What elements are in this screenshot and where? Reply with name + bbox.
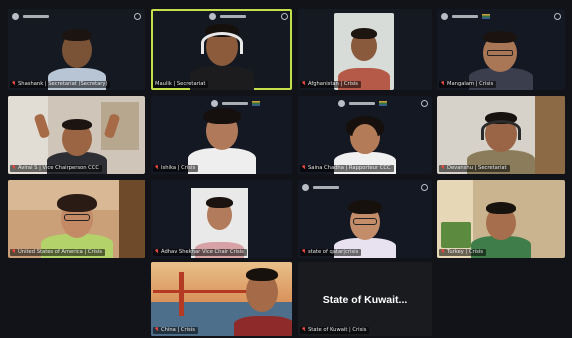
- mic-muted-icon: [441, 249, 445, 254]
- participant-video: [35, 190, 119, 258]
- mic-muted-icon: [302, 327, 306, 332]
- emblem-icon: [12, 12, 19, 20]
- mic-muted-icon: [12, 165, 16, 170]
- emblem-icon: [338, 99, 345, 107]
- event-logos: [441, 12, 561, 20]
- un-logo-icon: [421, 99, 428, 107]
- participant-name-label: China | Crisis: [153, 327, 198, 334]
- participant-video: [42, 20, 112, 90]
- video-tile-adhav[interactable]: Adhav Shekhar Vice Chair Crisis: [151, 180, 292, 258]
- participant-name-label: Shashank | Secretariat (Secretary): [10, 81, 111, 88]
- video-tile-shashank[interactable]: Shashank | Secretariat (Secretary): [8, 9, 145, 90]
- video-tile-maulik[interactable]: Maulik | Secretariat: [151, 9, 292, 90]
- participant-name-label: Mangalam | Crisis: [439, 81, 497, 88]
- video-tile-mangalam[interactable]: Mangalam | Crisis: [437, 9, 565, 90]
- video-tile-turkey[interactable]: Turkey | Crisis: [437, 180, 565, 258]
- video-tile-qatar[interactable]: state of qatar|crisis: [298, 180, 432, 258]
- participant-video: [182, 18, 262, 90]
- video-tile-saina[interactable]: Saina Chadha | Rapporteur CCC: [298, 96, 432, 174]
- video-tile-china[interactable]: China | Crisis: [151, 262, 292, 336]
- mic-muted-icon: [302, 81, 306, 86]
- mic-muted-icon: [441, 165, 445, 170]
- event-logo-icon: [23, 14, 49, 18]
- event-logo-icon: [349, 101, 375, 105]
- participant-name-label: United States of America | Crisis: [10, 249, 105, 256]
- participant-name-label: Adhav Shekhar Vice Chair Crisis: [153, 249, 247, 256]
- un-logo-icon: [554, 12, 561, 20]
- mic-muted-icon: [441, 81, 445, 86]
- emblem-icon: [441, 12, 448, 20]
- participant-display-name: State of Kuwait...: [322, 294, 408, 306]
- participant-name-label: State of Kuwait | Crisis: [300, 327, 370, 334]
- flag-icon: [482, 13, 490, 19]
- participant-name-label: Aviral S | Vice Chairperson CCC: [10, 165, 103, 172]
- participant-name-label: Turkey | Crisis: [439, 249, 486, 256]
- mic-muted-icon: [12, 81, 16, 86]
- participant-name-label: Maulik | Secretariat: [153, 81, 209, 88]
- participant-name-label: state of qatar|crisis: [300, 249, 362, 256]
- video-tile-devanshu[interactable]: Devanshu | Secretariat: [437, 96, 565, 174]
- un-logo-icon: [281, 12, 288, 20]
- un-logo-icon: [421, 183, 428, 191]
- mic-muted-icon: [302, 249, 306, 254]
- mic-muted-icon: [155, 165, 159, 170]
- event-logo-icon: [452, 14, 478, 18]
- participant-name-label: Ishika | Crisis: [153, 165, 199, 172]
- mic-muted-icon: [12, 249, 16, 254]
- mic-muted-icon: [155, 327, 159, 332]
- video-tile-usa[interactable]: United States of America | Crisis: [8, 180, 145, 258]
- un-logo-icon: [134, 12, 141, 20]
- participant-video: [191, 188, 248, 258]
- video-tile-ishika[interactable]: Ishika | Crisis: [151, 96, 292, 174]
- event-logos: [302, 183, 428, 191]
- event-logos: [12, 12, 141, 20]
- video-tile-kuwait[interactable]: State of Kuwait... State of Kuwait | Cri…: [298, 262, 432, 336]
- mic-muted-icon: [302, 165, 306, 170]
- mic-muted-icon: [155, 249, 159, 254]
- emblem-icon: [302, 183, 309, 191]
- participant-video: [334, 13, 394, 90]
- participant-video: [182, 104, 262, 174]
- video-tile-aviral[interactable]: Aviral S | Vice Chairperson CCC: [8, 96, 145, 174]
- event-logos: [338, 99, 428, 107]
- participant-name-label: Saina Chadha | Rapporteur CCC: [300, 165, 394, 172]
- participant-video: [463, 106, 539, 174]
- video-grid: Shashank | Secretariat (Secretary) Mauli…: [0, 0, 572, 338]
- event-logo-icon: [313, 185, 339, 189]
- participant-name-label: Afghanistan | Crisis: [300, 81, 361, 88]
- participant-name-label: Devanshu | Secretariat: [439, 165, 510, 172]
- participant-video: [224, 264, 292, 336]
- video-tile-afghanistan[interactable]: Afghanistan | Crisis: [298, 9, 432, 90]
- flag-icon: [379, 100, 387, 106]
